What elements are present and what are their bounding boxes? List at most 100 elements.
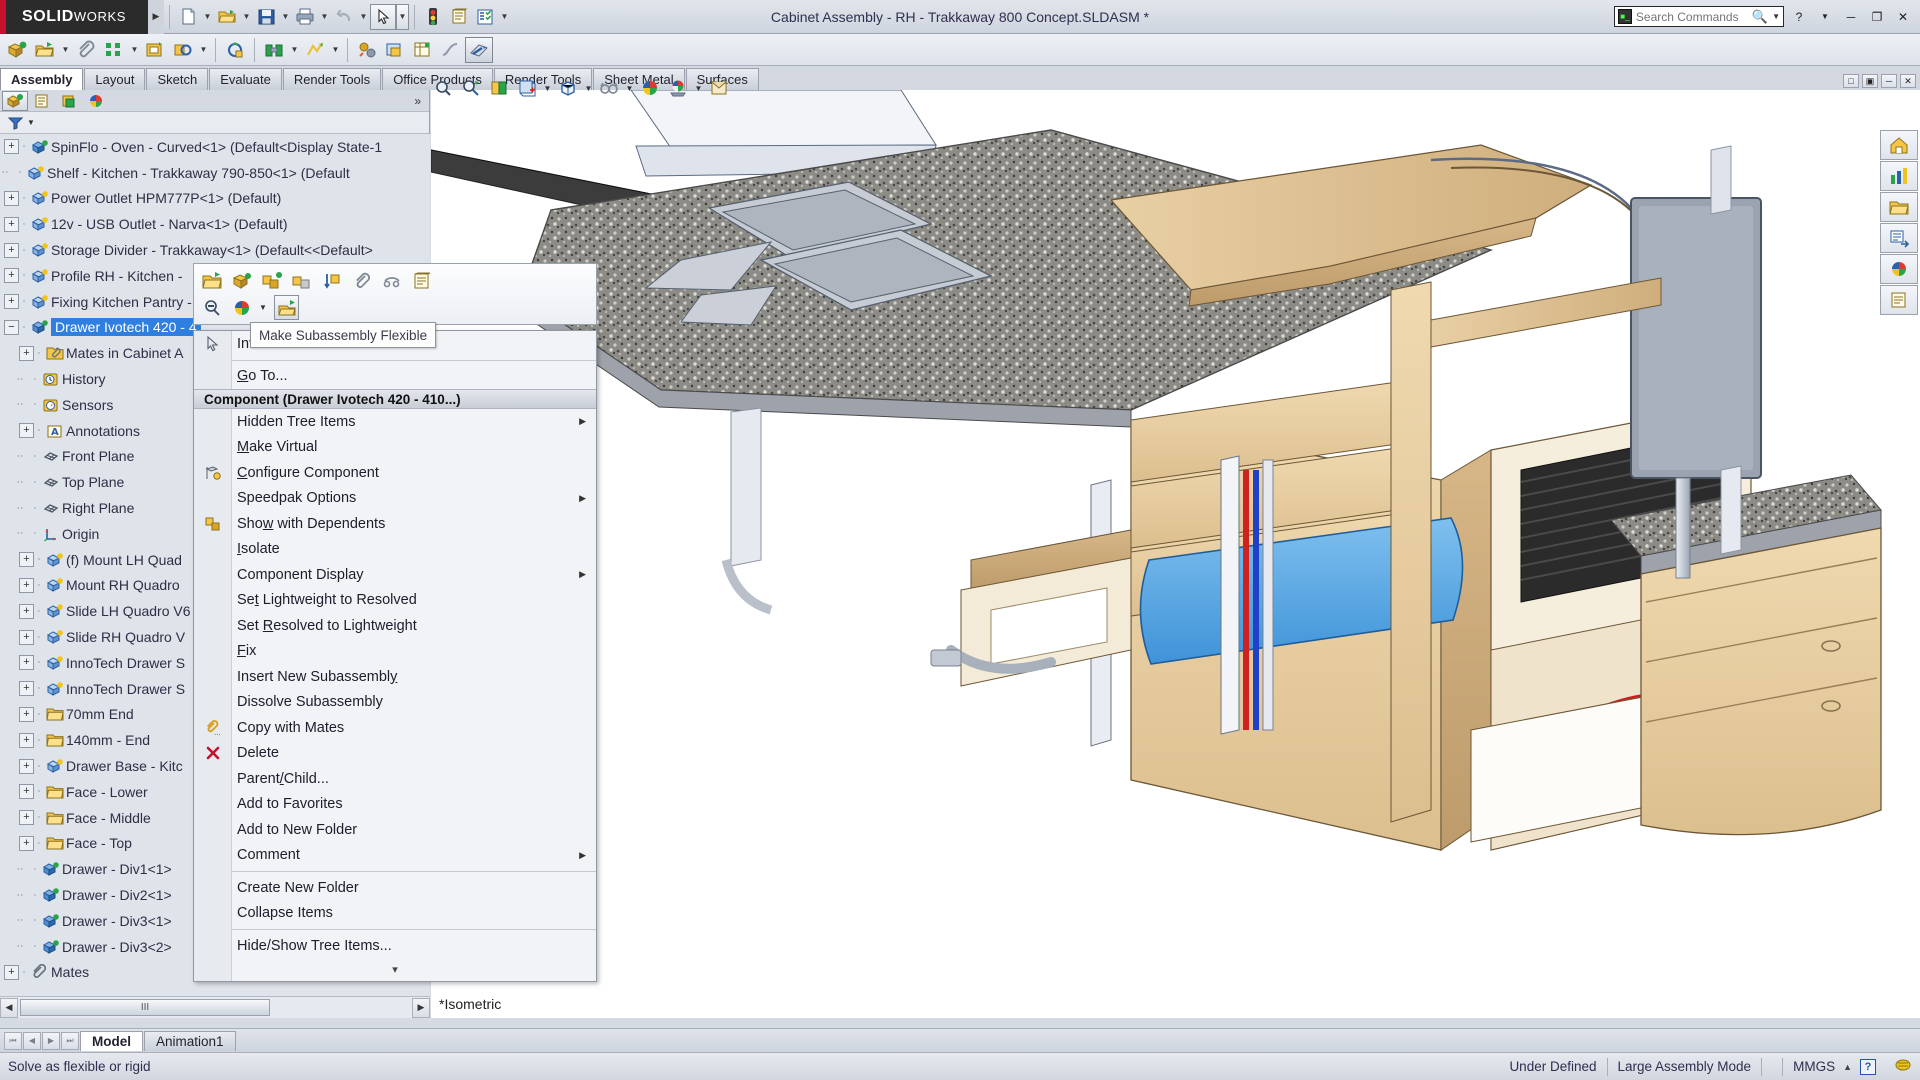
tab-sketch[interactable]: Sketch	[146, 68, 208, 90]
tree-expander-toggle[interactable]: +	[4, 191, 19, 206]
tab-render-tools[interactable]: Render Tools	[283, 68, 381, 90]
apply-scene-button[interactable]	[665, 75, 691, 101]
section-view-hud-button[interactable]	[486, 75, 512, 101]
zoom-to-area-button[interactable]	[458, 75, 484, 101]
tree-item-spinflo-oven-curved-1-default-display-state-1[interactable]: +‧SpinFlo - Oven - Curved<1> (Default<Di…	[0, 134, 430, 160]
tree-expander-toggle[interactable]: +	[19, 630, 34, 645]
units-caret-icon[interactable]: ▲	[1843, 1062, 1852, 1072]
smart-fasteners-button[interactable]	[141, 37, 169, 63]
move-component-caret-icon[interactable]: ▼	[197, 37, 210, 63]
tree-expander-toggle[interactable]: +	[19, 578, 34, 593]
mate-button[interactable]	[72, 37, 100, 63]
tree-item-power-outlet-hpm777p-1-default[interactable]: +‧Power Outlet HPM777P<1> (Default)	[0, 186, 430, 212]
close-small-icon[interactable]: ✕	[1900, 74, 1916, 88]
tree-expander-toggle[interactable]: +	[4, 965, 19, 980]
search-caret-icon[interactable]: ▼	[1772, 12, 1780, 21]
tab-evaluate[interactable]: Evaluate	[209, 68, 282, 90]
restore-small-icon[interactable]: □	[1843, 74, 1859, 88]
options-button[interactable]	[472, 4, 498, 30]
last-tab-icon[interactable]: ⏭	[61, 1032, 79, 1050]
tree-expander-toggle[interactable]: +	[19, 836, 34, 851]
restore-down-icon[interactable]: ▣	[1862, 74, 1878, 88]
make-subassembly-flexible-button[interactable]	[274, 295, 299, 320]
configuration-manager-tab[interactable]	[56, 91, 82, 111]
open-document-caret-icon[interactable]: ▼	[240, 4, 253, 30]
new-motion-study-button[interactable]	[301, 37, 329, 63]
hide-show-caret-icon[interactable]: ▼	[624, 84, 635, 93]
tree-expander-toggle[interactable]: +	[4, 139, 19, 154]
edit-component-button[interactable]	[31, 37, 59, 63]
menu-item-add-to-favorites[interactable]: Add to Favorites	[194, 792, 596, 818]
assembly-features-button[interactable]	[260, 37, 288, 63]
suppress-icon[interactable]	[379, 268, 404, 293]
view-orientation-caret-icon[interactable]: ▼	[542, 84, 553, 93]
prev-tab-icon[interactable]: ◀	[23, 1032, 41, 1050]
linear-component-pattern-button[interactable]	[100, 37, 128, 63]
edit-appearance-button[interactable]	[637, 75, 663, 101]
paperclip-mate-icon[interactable]	[349, 268, 374, 293]
menu-item-copy-with-mates[interactable]: ... Copy with Mates	[194, 715, 596, 741]
help-caret-icon[interactable]: ▼	[1814, 6, 1836, 28]
open-document-button[interactable]	[214, 4, 240, 30]
overlay-icon[interactable]	[1894, 1057, 1912, 1076]
feature-tree-filter-bar[interactable]: ▼	[0, 112, 429, 134]
tree-expander-toggle[interactable]: +	[19, 346, 34, 361]
bill-of-materials-button[interactable]	[409, 37, 437, 63]
menu-item-set-resolved-to-lightweight[interactable]: Set Resolved to Lightweight	[194, 613, 596, 639]
tab-assembly[interactable]: Assembly	[0, 68, 83, 90]
tree-expander-toggle[interactable]: +	[19, 784, 34, 799]
help-icon[interactable]: ?	[1788, 6, 1810, 28]
context-menu[interactable]: Invert Selection Go To... Component (Dra…	[193, 330, 597, 982]
edit-part-icon[interactable]	[229, 268, 254, 293]
restore-icon[interactable]: ❐	[1866, 6, 1888, 28]
tree-expander-toggle[interactable]: +	[4, 243, 19, 258]
feature-tree-hscrollbar[interactable]: ◀ III ▶	[0, 996, 430, 1018]
print-document-caret-icon[interactable]: ▼	[318, 4, 331, 30]
menu-item-fix[interactable]: Fix	[194, 639, 596, 665]
zoom-selection-icon[interactable]	[199, 295, 224, 320]
select-tool-button[interactable]	[370, 4, 396, 30]
curve-tools-button[interactable]	[437, 37, 465, 63]
custom-properties-icon[interactable]	[1880, 285, 1918, 315]
panel-overflow-chevron[interactable]: »	[414, 94, 429, 108]
menu-item-hidden-tree-items[interactable]: Hidden Tree Items ▶	[194, 409, 596, 435]
menu-item-dissolve-subassembly[interactable]: Dissolve Subassembly	[194, 690, 596, 716]
section-view-button[interactable]	[465, 37, 493, 63]
display-style-button[interactable]	[555, 75, 581, 101]
menu-item-create-new-folder[interactable]: Create New Folder	[194, 875, 596, 901]
menu-item-hide-show-tree-items[interactable]: Hide/Show Tree Items...	[194, 933, 596, 959]
go-to-icon[interactable]	[319, 268, 344, 293]
save-document-button[interactable]	[253, 4, 279, 30]
appearance-sphere-icon[interactable]	[1880, 254, 1918, 284]
tree-expander-toggle[interactable]: +	[19, 707, 34, 722]
graphics-viewport[interactable]: *Isometric	[431, 90, 1920, 1018]
menu-item-insert-new-subassembly[interactable]: Insert New Subassembly	[194, 664, 596, 690]
view-settings-button[interactable]	[706, 75, 732, 101]
scroll-left-arrow-icon[interactable]: ◀	[0, 998, 18, 1018]
select-tool-caret-icon[interactable]: ▼	[396, 4, 409, 30]
display-style-caret-icon[interactable]: ▼	[583, 84, 594, 93]
property-manager-tab[interactable]	[29, 91, 55, 111]
search-commands-box[interactable]: ■_ 🔍 ▼	[1614, 6, 1784, 27]
properties-icon[interactable]	[409, 268, 434, 293]
tree-expander-toggle[interactable]: +	[19, 604, 34, 619]
view-orientation-button[interactable]	[514, 75, 540, 101]
new-document-button[interactable]	[175, 4, 201, 30]
display-manager-tab[interactable]	[83, 91, 109, 111]
tree-item-shelf-kitchen-trakkaway-790-850-1-default[interactable]: ‧‧‧Shelf - Kitchen - Trakkaway 790-850<1…	[0, 160, 430, 186]
tree-expander-toggle[interactable]: +	[4, 268, 19, 283]
linear-pattern-caret-icon[interactable]: ▼	[128, 37, 141, 63]
motion-study-caret-icon[interactable]: ▼	[329, 37, 342, 63]
show-hidden-components-button[interactable]	[221, 37, 249, 63]
magnifier-icon[interactable]: 🔍	[1752, 9, 1768, 25]
scroll-thumb[interactable]: III	[20, 999, 270, 1016]
search-input[interactable]	[1636, 10, 1748, 24]
new-document-caret-icon[interactable]: ▼	[201, 4, 214, 30]
edit-assembly-icon[interactable]	[259, 268, 284, 293]
insert-components-button[interactable]	[3, 37, 31, 63]
exploded-view-button[interactable]	[353, 37, 381, 63]
tree-expander-toggle[interactable]: +	[19, 423, 34, 438]
menu-item-go-to[interactable]: Go To...	[194, 364, 596, 390]
menu-expand-arrow-icon[interactable]: ▶	[148, 0, 164, 34]
tree-expander-toggle[interactable]: +	[4, 294, 19, 309]
